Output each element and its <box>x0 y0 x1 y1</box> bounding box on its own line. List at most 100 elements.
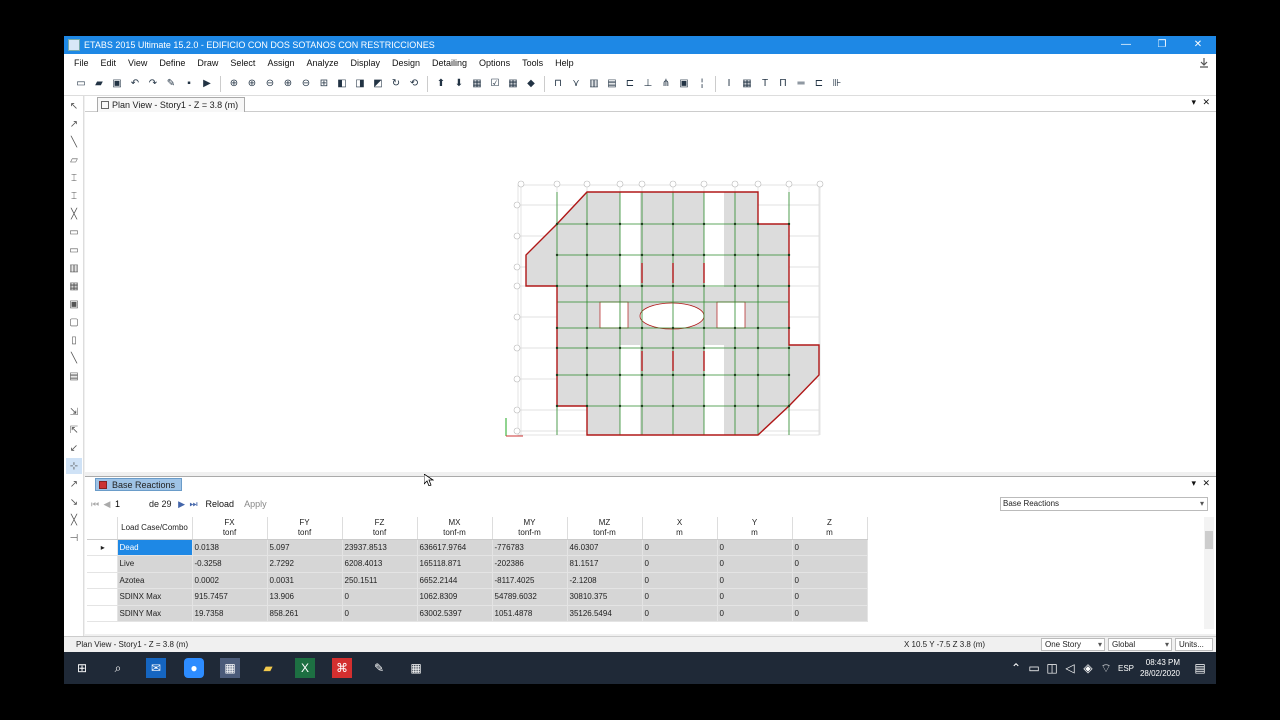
check-icon[interactable]: ☑ <box>488 77 502 91</box>
row-selector[interactable] <box>87 605 118 622</box>
first-record-button[interactable]: ⏮ <box>89 499 101 510</box>
draw-beam-icon[interactable]: ⌶ <box>66 188 82 204</box>
table-cell[interactable]: 6208.4013 <box>342 555 418 573</box>
wall-design-icon[interactable]: ⊏ <box>812 77 826 91</box>
menu-analyze[interactable]: Analyze <box>300 58 344 68</box>
lock-icon[interactable]: ▪ <box>182 77 196 91</box>
view-3d-icon[interactable]: ◧ <box>335 77 349 91</box>
notifications-icon[interactable]: ▤ <box>1190 658 1210 678</box>
table-cell[interactable]: 0.0138 <box>192 539 268 556</box>
table-cell[interactable]: -2.1208 <box>567 572 643 589</box>
table-selector-dropdown[interactable]: Base Reactions ▾ <box>1000 497 1208 511</box>
reshape-icon[interactable]: ↗ <box>66 116 82 132</box>
table-cell[interactable]: 858.261 <box>267 605 343 622</box>
units-button[interactable]: Units... <box>1175 638 1213 651</box>
snap-lines-icon[interactable]: ↗ <box>66 476 82 492</box>
download-icon[interactable] <box>1198 57 1210 69</box>
concrete-design-icon[interactable]: Π <box>776 77 790 91</box>
plan-view-tab[interactable]: Plan View - Story1 - Z = 3.8 (m) <box>97 97 246 112</box>
table-cell[interactable]: -8117.4025 <box>492 572 568 589</box>
section-icon[interactable]: ▣ <box>677 77 691 91</box>
object-shrink-icon[interactable]: ▦ <box>470 77 484 91</box>
plan-drawing-canvas[interactable] <box>85 113 1216 472</box>
table-cell[interactable]: 0.0002 <box>192 572 268 589</box>
table-row[interactable]: SDINY Max 19.7358 858.261 0 63002.5397 1051.4… <box>87 605 868 622</box>
table-cell[interactable]: 81.1517 <box>567 555 643 573</box>
table-cell[interactable]: 0 <box>792 555 868 573</box>
column-header[interactable]: MY tonf-m <box>492 517 568 540</box>
table-cell[interactable]: 0 <box>642 572 718 589</box>
volume-icon[interactable]: ◁ <box>1060 658 1080 678</box>
draw-reference-icon[interactable]: ▯ <box>66 332 82 348</box>
table-cell[interactable]: -202386 <box>492 555 568 573</box>
table-cell[interactable]: 915.7457 <box>192 588 268 606</box>
row-selector[interactable] <box>87 588 118 606</box>
table-cell[interactable]: 0 <box>717 539 793 556</box>
wifi-icon[interactable]: ⌔ <box>1096 658 1116 678</box>
reactions-close-button[interactable]: ✕ <box>1202 478 1210 489</box>
table-cell[interactable]: 0 <box>342 605 418 622</box>
column-header[interactable]: FX tonf <box>192 517 268 540</box>
open-model-icon[interactable]: ▰ <box>92 77 106 91</box>
column-header[interactable]: FZ tonf <box>342 517 418 540</box>
pointer-icon[interactable]: ↖ <box>66 98 82 114</box>
new-model-icon[interactable]: ▭ <box>74 77 88 91</box>
table-vertical-scrollbar[interactable] <box>1204 517 1214 629</box>
table-cell[interactable]: 0 <box>792 588 868 606</box>
draw-floor-icon[interactable]: ▤ <box>605 77 619 91</box>
restore-button[interactable]: ❐ <box>1144 36 1180 54</box>
draw-column-icon[interactable]: ⌶ <box>66 170 82 186</box>
zoom-app-icon[interactable]: ● <box>184 658 204 678</box>
column-header[interactable]: FY tonf <box>267 517 343 540</box>
rotate-icon[interactable]: ↻ <box>389 77 403 91</box>
draw-dimension-icon[interactable]: ▢ <box>66 314 82 330</box>
table-cell[interactable]: 5.097 <box>267 539 343 556</box>
table-cell[interactable]: 250.1511 <box>342 572 418 589</box>
apply-button[interactable]: Apply <box>244 499 267 509</box>
table-cell[interactable]: 1051.4878 <box>492 605 568 622</box>
row-selector[interactable]: ▸ <box>87 539 118 556</box>
table-cell[interactable]: Dead <box>117 539 193 556</box>
previous-record-button[interactable]: ◀ <box>101 499 113 510</box>
elevation-view-icon[interactable]: ◩ <box>371 77 385 91</box>
table-cell[interactable]: 54789.6032 <box>492 588 568 606</box>
pdf-reader-icon[interactable]: ⌘ <box>332 658 352 678</box>
menu-edit[interactable]: Edit <box>95 58 123 68</box>
plan-view-icon[interactable]: ◨ <box>353 77 367 91</box>
select-all-icon[interactable]: ⇲ <box>66 404 82 420</box>
base-reactions-tab[interactable]: Base Reactions <box>95 478 183 491</box>
table-cell[interactable]: 0 <box>642 555 718 573</box>
undo-icon[interactable]: ↶ <box>128 77 142 91</box>
assign-support-icon[interactable]: ⊥ <box>641 77 655 91</box>
table-cell[interactable]: 19.7358 <box>192 605 268 622</box>
table-cell[interactable]: 0 <box>642 588 718 606</box>
table-cell[interactable]: -0.3258 <box>192 555 268 573</box>
story-mode-dropdown[interactable]: One Story ▾ <box>1041 638 1105 651</box>
menu-view[interactable]: View <box>122 58 153 68</box>
table-cell[interactable]: 0 <box>717 588 793 606</box>
search-icon[interactable]: ⌕ <box>108 658 128 678</box>
calculator-icon[interactable]: ▦ <box>406 658 426 678</box>
zoom-in-icon[interactable]: ⊕ <box>245 77 259 91</box>
table-cell[interactable]: 0.0031 <box>267 572 343 589</box>
snap-points-icon[interactable]: ⊹ <box>66 458 82 474</box>
draw-wall-tool-icon[interactable]: ▥ <box>66 260 82 276</box>
table-cell[interactable]: 0 <box>642 605 718 622</box>
menu-detailing[interactable]: Detailing <box>426 58 473 68</box>
table-cell[interactable]: Live <box>117 555 193 573</box>
composite-design-icon[interactable]: ═ <box>794 77 808 91</box>
table-cell[interactable]: 46.0307 <box>567 539 643 556</box>
dropbox-icon[interactable]: ◈ <box>1078 658 1098 678</box>
tray-chevron-icon[interactable]: ⌃ <box>1006 658 1026 678</box>
paint-icon[interactable]: ✎ <box>369 658 389 678</box>
coord-system-dropdown[interactable]: Global ▾ <box>1108 638 1172 651</box>
table-row[interactable]: Azotea 0.0002 0.0031 250.1511 6652.2144 -8117… <box>87 572 868 589</box>
menu-assign[interactable]: Assign <box>261 58 300 68</box>
snap-extension-icon[interactable]: ⊣ <box>66 530 82 546</box>
menu-draw[interactable]: Draw <box>191 58 224 68</box>
select-previous-icon[interactable]: ⇱ <box>66 422 82 438</box>
pan-zoom-icon[interactable]: ⊖ <box>299 77 313 91</box>
run-analysis-icon[interactable]: ▶ <box>200 77 214 91</box>
draw-brace-icon[interactable]: ⋎ <box>569 77 583 91</box>
plan-view-collapse-button[interactable]: ▾ <box>1191 97 1196 108</box>
